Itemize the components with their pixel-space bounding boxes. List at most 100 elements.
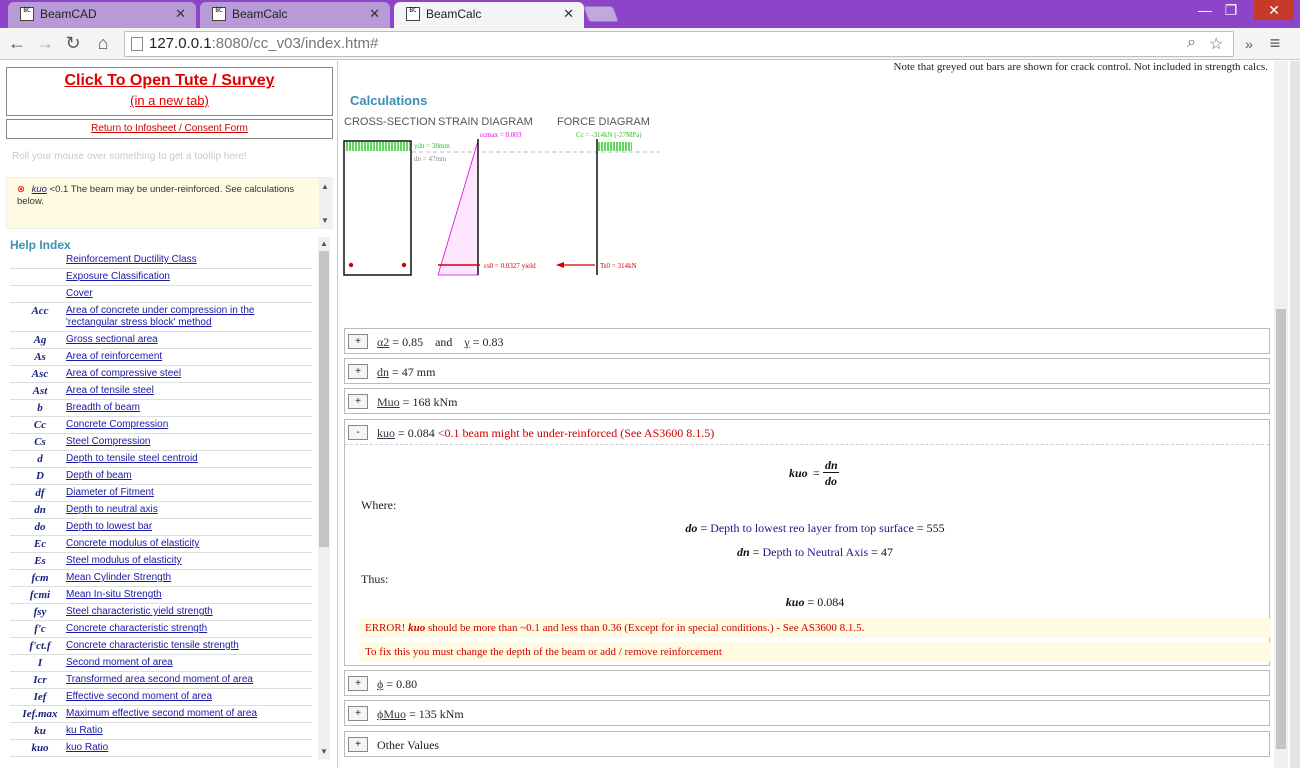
close-tab-icon[interactable]: ✕ xyxy=(175,2,186,26)
help-link[interactable]: Maximum effective second moment of area xyxy=(66,708,296,720)
new-tab-note[interactable]: (in a new tab) xyxy=(7,93,332,108)
tab-beamcad[interactable]: BC BeamCAD ✕ xyxy=(8,2,196,28)
help-link[interactable]: Area of tensile steel xyxy=(66,385,296,397)
help-index-item[interactable]: Es Steel modulus of elasticity xyxy=(10,553,312,570)
help-link[interactable]: Area of compressive steel xyxy=(66,368,296,380)
help-link[interactable]: Effective second moment of area xyxy=(66,691,296,703)
scroll-up-icon[interactable]: ▲ xyxy=(319,182,331,191)
help-index-item[interactable]: f'c Concrete characteristic strength xyxy=(10,621,312,638)
help-link[interactable]: Transformed area second moment of area xyxy=(66,674,296,686)
alpha2-link[interactable]: α2 xyxy=(377,335,389,349)
help-index-item[interactable]: fsy Steel characteristic yield strength xyxy=(10,604,312,621)
help-link[interactable]: kuo Ratio xyxy=(66,742,296,754)
help-link[interactable]: Area of reinforcement xyxy=(66,351,296,363)
help-index-item[interactable]: Icr Transformed area second moment of are… xyxy=(10,672,312,689)
scroll-up-icon[interactable]: ▲ xyxy=(318,239,330,248)
help-index-item[interactable]: Ag Gross sectional area xyxy=(10,332,312,349)
help-link[interactable]: Steel modulus of elasticity xyxy=(66,555,296,567)
help-index-item[interactable]: fcm Mean Cylinder Strength xyxy=(10,570,312,587)
help-link[interactable]: Steel characteristic yield strength xyxy=(66,606,296,618)
help-link[interactable]: Steel Compression xyxy=(66,436,296,448)
help-link[interactable]: Diameter of Fitment xyxy=(66,487,296,499)
help-link[interactable]: Depth of beam xyxy=(66,470,296,482)
help-link[interactable]: Mean Cylinder Strength xyxy=(66,572,296,584)
help-index-item[interactable]: As Area of reinforcement xyxy=(10,349,312,366)
expand-phimuo-button[interactable]: + xyxy=(348,706,368,721)
help-link[interactable]: Exposure Classification xyxy=(66,271,296,283)
help-link[interactable]: Area of concrete under compression in th… xyxy=(66,305,296,329)
help-link[interactable]: Breadth of beam xyxy=(66,402,296,414)
help-index-item[interactable]: ku ku Ratio xyxy=(10,723,312,740)
help-link[interactable]: Depth to neutral axis xyxy=(66,504,296,516)
help-index-item[interactable]: d Depth to tensile steel centroid xyxy=(10,451,312,468)
scroll-down-icon[interactable]: ▼ xyxy=(319,216,331,225)
expand-phi-button[interactable]: + xyxy=(348,676,368,691)
maximize-icon[interactable]: ❐ xyxy=(1216,2,1246,19)
help-index-item[interactable]: dn Depth to neutral axis xyxy=(10,502,312,519)
help-scrollbar-thumb[interactable] xyxy=(319,251,329,547)
help-index-item[interactable]: Ief.max Maximum effective second moment o… xyxy=(10,706,312,723)
help-link[interactable]: Reinforcement Ductility Class xyxy=(66,254,296,266)
phimuo-link[interactable]: ϕMuo xyxy=(377,707,406,721)
kuo-link[interactable]: kuo xyxy=(32,184,47,195)
forward-icon[interactable]: → xyxy=(34,33,56,54)
help-link[interactable]: Second moment of area xyxy=(66,657,296,669)
main-scrollbar-thumb[interactable] xyxy=(1276,309,1286,749)
tute-survey-link[interactable]: Click To Open Tute / Survey xyxy=(7,72,332,90)
help-index-item[interactable]: b Breadth of beam xyxy=(10,400,312,417)
help-link[interactable]: Concrete characteristic tensile strength xyxy=(66,640,296,652)
help-index-item[interactable]: do Depth to lowest bar xyxy=(10,519,312,536)
back-icon[interactable]: ← xyxy=(6,33,28,54)
tab-beamcalc-1[interactable]: BC BeamCalc ✕ xyxy=(200,2,390,28)
menu-icon[interactable]: ≡ xyxy=(1264,33,1286,54)
reload-icon[interactable]: ↻ xyxy=(62,33,84,54)
help-index-item[interactable]: Cover xyxy=(10,286,312,303)
help-index-item[interactable]: Exposure Classification xyxy=(10,269,312,286)
help-index-item[interactable]: Ast Area of tensile steel xyxy=(10,383,312,400)
expand-other-button[interactable]: + xyxy=(348,737,368,752)
new-tab-button[interactable] xyxy=(583,6,619,22)
tab-beamcalc-active[interactable]: BC BeamCalc ✕ xyxy=(394,2,584,28)
extensions-chevron-icon[interactable]: » xyxy=(1238,36,1260,52)
star-icon[interactable]: ☆ xyxy=(1209,34,1223,54)
consent-form-link[interactable]: Return to Infosheet / Consent Form xyxy=(6,119,333,139)
close-tab-icon[interactable]: ✕ xyxy=(369,2,380,26)
help-link[interactable]: Cover xyxy=(66,288,296,300)
expand-alpha-button[interactable]: + xyxy=(348,334,368,349)
help-index-item[interactable]: fcmi Mean In-situ Strength xyxy=(10,587,312,604)
expand-dn-button[interactable]: + xyxy=(348,364,368,379)
scroll-down-icon[interactable]: ▼ xyxy=(318,747,330,756)
help-index-item[interactable]: kuo kuo Ratio xyxy=(10,740,312,757)
help-scrollbar[interactable] xyxy=(318,237,330,759)
help-link[interactable]: Depth to tensile steel centroid xyxy=(66,453,296,465)
help-link[interactable]: Concrete characteristic strength xyxy=(66,623,296,635)
home-icon[interactable]: ⌂ xyxy=(92,33,114,54)
tute-survey-link-box[interactable]: Click To Open Tute / Survey (in a new ta… xyxy=(6,67,333,116)
expand-muo-button[interactable]: + xyxy=(348,394,368,409)
url-text[interactable]: 127.0.0.1:8080/cc_v03/index.htm# xyxy=(149,35,378,52)
help-link[interactable]: Mean In-situ Strength xyxy=(66,589,296,601)
help-index-item[interactable]: Ief Effective second moment of area xyxy=(10,689,312,706)
help-index-item[interactable]: Reinforcement Ductility Class xyxy=(10,252,312,269)
search-icon[interactable]: ⌕ xyxy=(1187,34,1196,52)
muo-link[interactable]: Muo xyxy=(377,395,400,409)
help-link[interactable]: Gross sectional area xyxy=(66,334,296,346)
help-index-item[interactable]: Ec Concrete modulus of elasticity xyxy=(10,536,312,553)
help-link[interactable]: Concrete modulus of elasticity xyxy=(66,538,296,550)
main-scrollbar[interactable] xyxy=(1274,61,1288,768)
address-bar[interactable]: 127.0.0.1:8080/cc_v03/index.htm# ⌕ ☆ xyxy=(124,31,1234,57)
close-window-icon[interactable]: ✕ xyxy=(1254,0,1294,20)
help-link[interactable]: Concrete Compression xyxy=(66,419,296,431)
help-index-item[interactable]: Asc Area of compressive steel xyxy=(10,366,312,383)
help-index-item[interactable]: D Depth of beam xyxy=(10,468,312,485)
dn-link[interactable]: dn xyxy=(377,365,389,379)
help-index-item[interactable]: Cc Concrete Compression xyxy=(10,417,312,434)
help-index-item[interactable]: df Diameter of Fitment xyxy=(10,485,312,502)
help-index-item[interactable]: f'ct.f Concrete characteristic tensile st… xyxy=(10,638,312,655)
help-index-item[interactable]: I Second moment of area xyxy=(10,655,312,672)
help-link[interactable]: ku Ratio xyxy=(66,725,296,737)
help-link[interactable]: Depth to lowest bar xyxy=(66,521,296,533)
help-index-item[interactable]: Acc Area of concrete under compression in… xyxy=(10,303,312,332)
close-tab-icon[interactable]: ✕ xyxy=(563,2,574,26)
help-index-item[interactable]: Cs Steel Compression xyxy=(10,434,312,451)
